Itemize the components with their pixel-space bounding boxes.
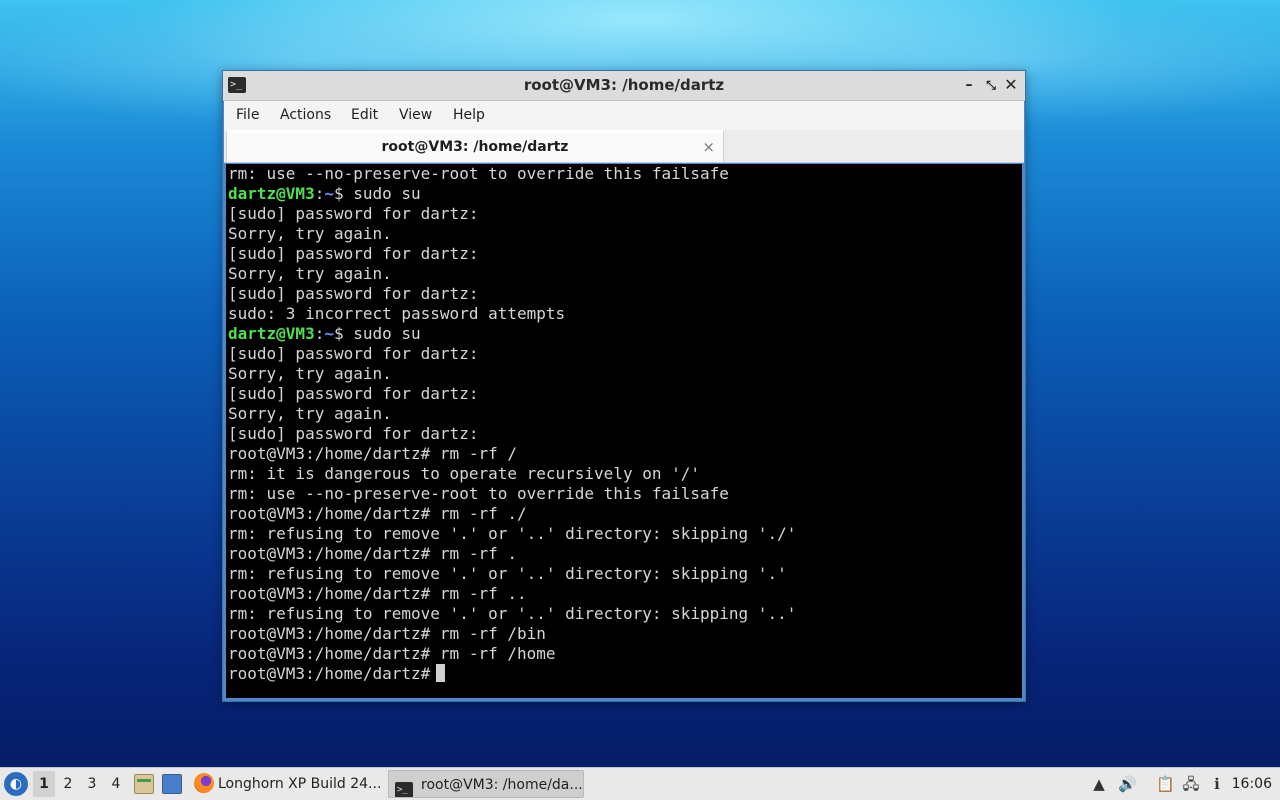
output-text: Sorry, try again. xyxy=(228,264,392,283)
prompt-symbol: $ xyxy=(333,324,354,343)
tray-up-arrow-icon[interactable]: ▲ xyxy=(1090,774,1108,794)
terminal-line: root@VM3:/home/dartz# rm -rf /bin xyxy=(228,624,796,644)
start-menu-icon[interactable]: ◐ xyxy=(4,772,28,796)
output-text: rm: refusing to remove '.' or '..' direc… xyxy=(228,564,787,583)
update-notifier-icon[interactable]: ℹ xyxy=(1208,774,1226,794)
tab-bar: root@VM3: /home/dartz × xyxy=(224,130,1024,163)
clock[interactable]: 16:06 xyxy=(1232,768,1272,800)
workspace-4[interactable]: 4 xyxy=(105,771,127,797)
output-text: rm: it is dangerous to operate recursive… xyxy=(228,464,701,483)
terminal-line: dartz@VM3:~$ sudo su xyxy=(228,324,421,343)
window-title: root@VM3: /home/dartz xyxy=(523,76,725,94)
terminal-line: root@VM3:/home/dartz# rm -rf ./ xyxy=(228,504,796,524)
text-cursor xyxy=(436,664,446,682)
terminal-line: rm: use --no-preserve-root to override t… xyxy=(228,484,796,504)
output-text: [sudo] password for dartz: xyxy=(228,244,489,263)
terminal-line: rm: refusing to remove '.' or '..' direc… xyxy=(228,564,796,584)
terminal-output[interactable]: rm: use --no-preserve-root to override t… xyxy=(226,164,1022,698)
output-text: rm: use --no-preserve-root to override t… xyxy=(228,164,729,183)
output-text: rm: refusing to remove '.' or '..' direc… xyxy=(228,524,797,543)
task-terminal[interactable]: >_ root@VM3: /home/da... xyxy=(388,770,584,798)
terminal-line: Sorry, try again. xyxy=(228,264,796,284)
task-firefox-label: Longhorn XP Build 24... xyxy=(218,776,382,792)
task-firefox[interactable]: Longhorn XP Build 24... xyxy=(192,770,384,798)
output-text: root@VM3:/home/dartz# rm -rf / xyxy=(228,444,517,463)
file-manager-icon[interactable] xyxy=(134,774,154,794)
terminal-window: >_ root@VM3: /home/dartz – ⤡ ✕ File Acti… xyxy=(222,70,1026,702)
prompt-user: dartz@VM3 xyxy=(228,324,315,343)
terminal-line: root@VM3:/home/dartz# rm -rf .. xyxy=(228,584,796,604)
terminal-line: sudo: 3 incorrect password attempts xyxy=(228,304,796,324)
terminal-line: [sudo] password for dartz: xyxy=(228,244,796,264)
workspace-3[interactable]: 3 xyxy=(81,771,103,797)
tab-label: root@VM3: /home/dartz xyxy=(381,139,569,155)
menu-help[interactable]: Help xyxy=(451,101,487,130)
terminal-line: root@VM3:/home/dartz# xyxy=(228,664,796,684)
output-text: [sudo] password for dartz: xyxy=(228,204,489,223)
output-text: rm: use --no-preserve-root to override t… xyxy=(228,484,729,503)
terminal-lines: rm: use --no-preserve-root to override t… xyxy=(228,164,796,684)
output-text: [sudo] password for dartz: xyxy=(228,344,489,363)
terminal-line: [sudo] password for dartz: xyxy=(228,384,796,404)
terminal-line: [sudo] password for dartz: xyxy=(228,424,796,444)
output-text: root@VM3:/home/dartz# xyxy=(228,664,431,683)
volume-icon[interactable]: 🔊 xyxy=(1118,774,1137,794)
prompt-user: dartz@VM3 xyxy=(228,184,315,203)
output-text: root@VM3:/home/dartz# rm -rf /bin xyxy=(228,624,546,643)
menu-edit[interactable]: Edit xyxy=(349,101,380,130)
terminal-line: root@VM3:/home/dartz# rm -rf /home xyxy=(228,644,796,664)
terminal-line: [sudo] password for dartz: xyxy=(228,344,796,364)
terminal-line: dartz@VM3:~$ sudo su xyxy=(228,184,421,203)
command-text: sudo su xyxy=(353,184,421,203)
maximize-button[interactable]: ⤡ xyxy=(981,75,1001,95)
terminal-icon: >_ xyxy=(395,782,413,797)
output-text: rm: refusing to remove '.' or '..' direc… xyxy=(228,604,797,623)
terminal-line: Sorry, try again. xyxy=(228,364,796,384)
prompt-symbol: $ xyxy=(333,184,354,203)
output-text: [sudo] password for dartz: xyxy=(228,284,489,303)
output-text: root@VM3:/home/dartz# rm -rf ./ xyxy=(228,504,527,523)
menu-bar: File Actions Edit View Help xyxy=(224,101,1024,130)
network-icon[interactable]: 🖧 xyxy=(1182,774,1200,794)
terminal-line: root@VM3:/home/dartz# rm -rf . xyxy=(228,544,796,564)
output-text: Sorry, try again. xyxy=(228,224,392,243)
workspace-2[interactable]: 2 xyxy=(57,771,79,797)
terminal-line: rm: it is dangerous to operate recursive… xyxy=(228,464,796,484)
terminal-line: rm: use --no-preserve-root to override t… xyxy=(228,164,796,184)
terminal-line: rm: refusing to remove '.' or '..' direc… xyxy=(228,524,796,544)
output-text: [sudo] password for dartz: xyxy=(228,424,489,443)
tab-terminal[interactable]: root@VM3: /home/dartz × xyxy=(226,130,724,162)
output-text: Sorry, try again. xyxy=(228,404,392,423)
show-desktop-icon[interactable] xyxy=(162,774,182,794)
prompt-path: ~ xyxy=(324,184,334,203)
output-text: Sorry, try again. xyxy=(228,364,392,383)
output-text: root@VM3:/home/dartz# rm -rf . xyxy=(228,544,517,563)
tab-close-icon[interactable]: × xyxy=(702,132,715,162)
menu-actions[interactable]: Actions xyxy=(278,101,333,130)
terminal-line: root@VM3:/home/dartz# rm -rf / xyxy=(228,444,796,464)
menu-file[interactable]: File xyxy=(234,101,261,130)
output-text: root@VM3:/home/dartz# rm -rf .. xyxy=(228,584,527,603)
task-terminal-label: root@VM3: /home/da... xyxy=(421,777,583,793)
taskbar: ◐ 1 2 3 4 Longhorn XP Build 24... >_ root… xyxy=(0,767,1280,800)
output-text: [sudo] password for dartz: xyxy=(228,384,489,403)
output-text: sudo: 3 incorrect password attempts xyxy=(228,304,566,323)
workspace-1[interactable]: 1 xyxy=(33,771,55,797)
clipboard-icon[interactable]: 📋 xyxy=(1156,774,1175,794)
terminal-line: [sudo] password for dartz: xyxy=(228,284,796,304)
terminal-line: [sudo] password for dartz: xyxy=(228,204,796,224)
terminal-line: Sorry, try again. xyxy=(228,404,796,424)
menu-view[interactable]: View xyxy=(397,101,434,130)
close-button[interactable]: ✕ xyxy=(1001,75,1021,95)
output-text: root@VM3:/home/dartz# rm -rf /home xyxy=(228,644,556,663)
title-bar[interactable]: >_ root@VM3: /home/dartz – ⤡ ✕ xyxy=(223,71,1025,101)
terminal-line: Sorry, try again. xyxy=(228,224,796,244)
firefox-icon xyxy=(194,773,214,793)
terminal-line: rm: refusing to remove '.' or '..' direc… xyxy=(228,604,796,624)
minimize-button[interactable]: – xyxy=(959,75,979,95)
command-text: sudo su xyxy=(353,324,421,343)
prompt-path: ~ xyxy=(324,324,334,343)
